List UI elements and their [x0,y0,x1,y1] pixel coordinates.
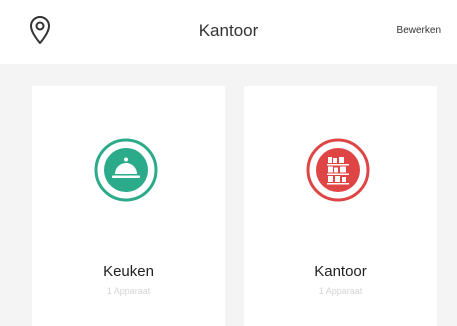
edit-button[interactable]: Bewerken [397,25,441,36]
cloche-icon [94,138,158,202]
kitchen-room-icon [94,138,158,202]
room-device-count: 1 Apparaat [318,286,363,296]
room-device-count: 1 Apparaat [106,286,151,296]
page-title: Kantoor [198,21,259,40]
room-card-keuken[interactable]: Keuken 1 Apparaat [32,86,225,326]
shelves-icon [306,138,370,202]
room-card-kantoor[interactable]: Kantoor 1 Apparaat [244,86,437,326]
office-room-icon [306,138,370,202]
room-name: Keuken [103,263,154,280]
room-name: Kantoor [314,263,367,280]
rooms-grid: Keuken 1 Apparaat Kantoor 1 Apparaat [0,64,457,326]
top-bar: Kantoor Bewerken [0,0,457,64]
